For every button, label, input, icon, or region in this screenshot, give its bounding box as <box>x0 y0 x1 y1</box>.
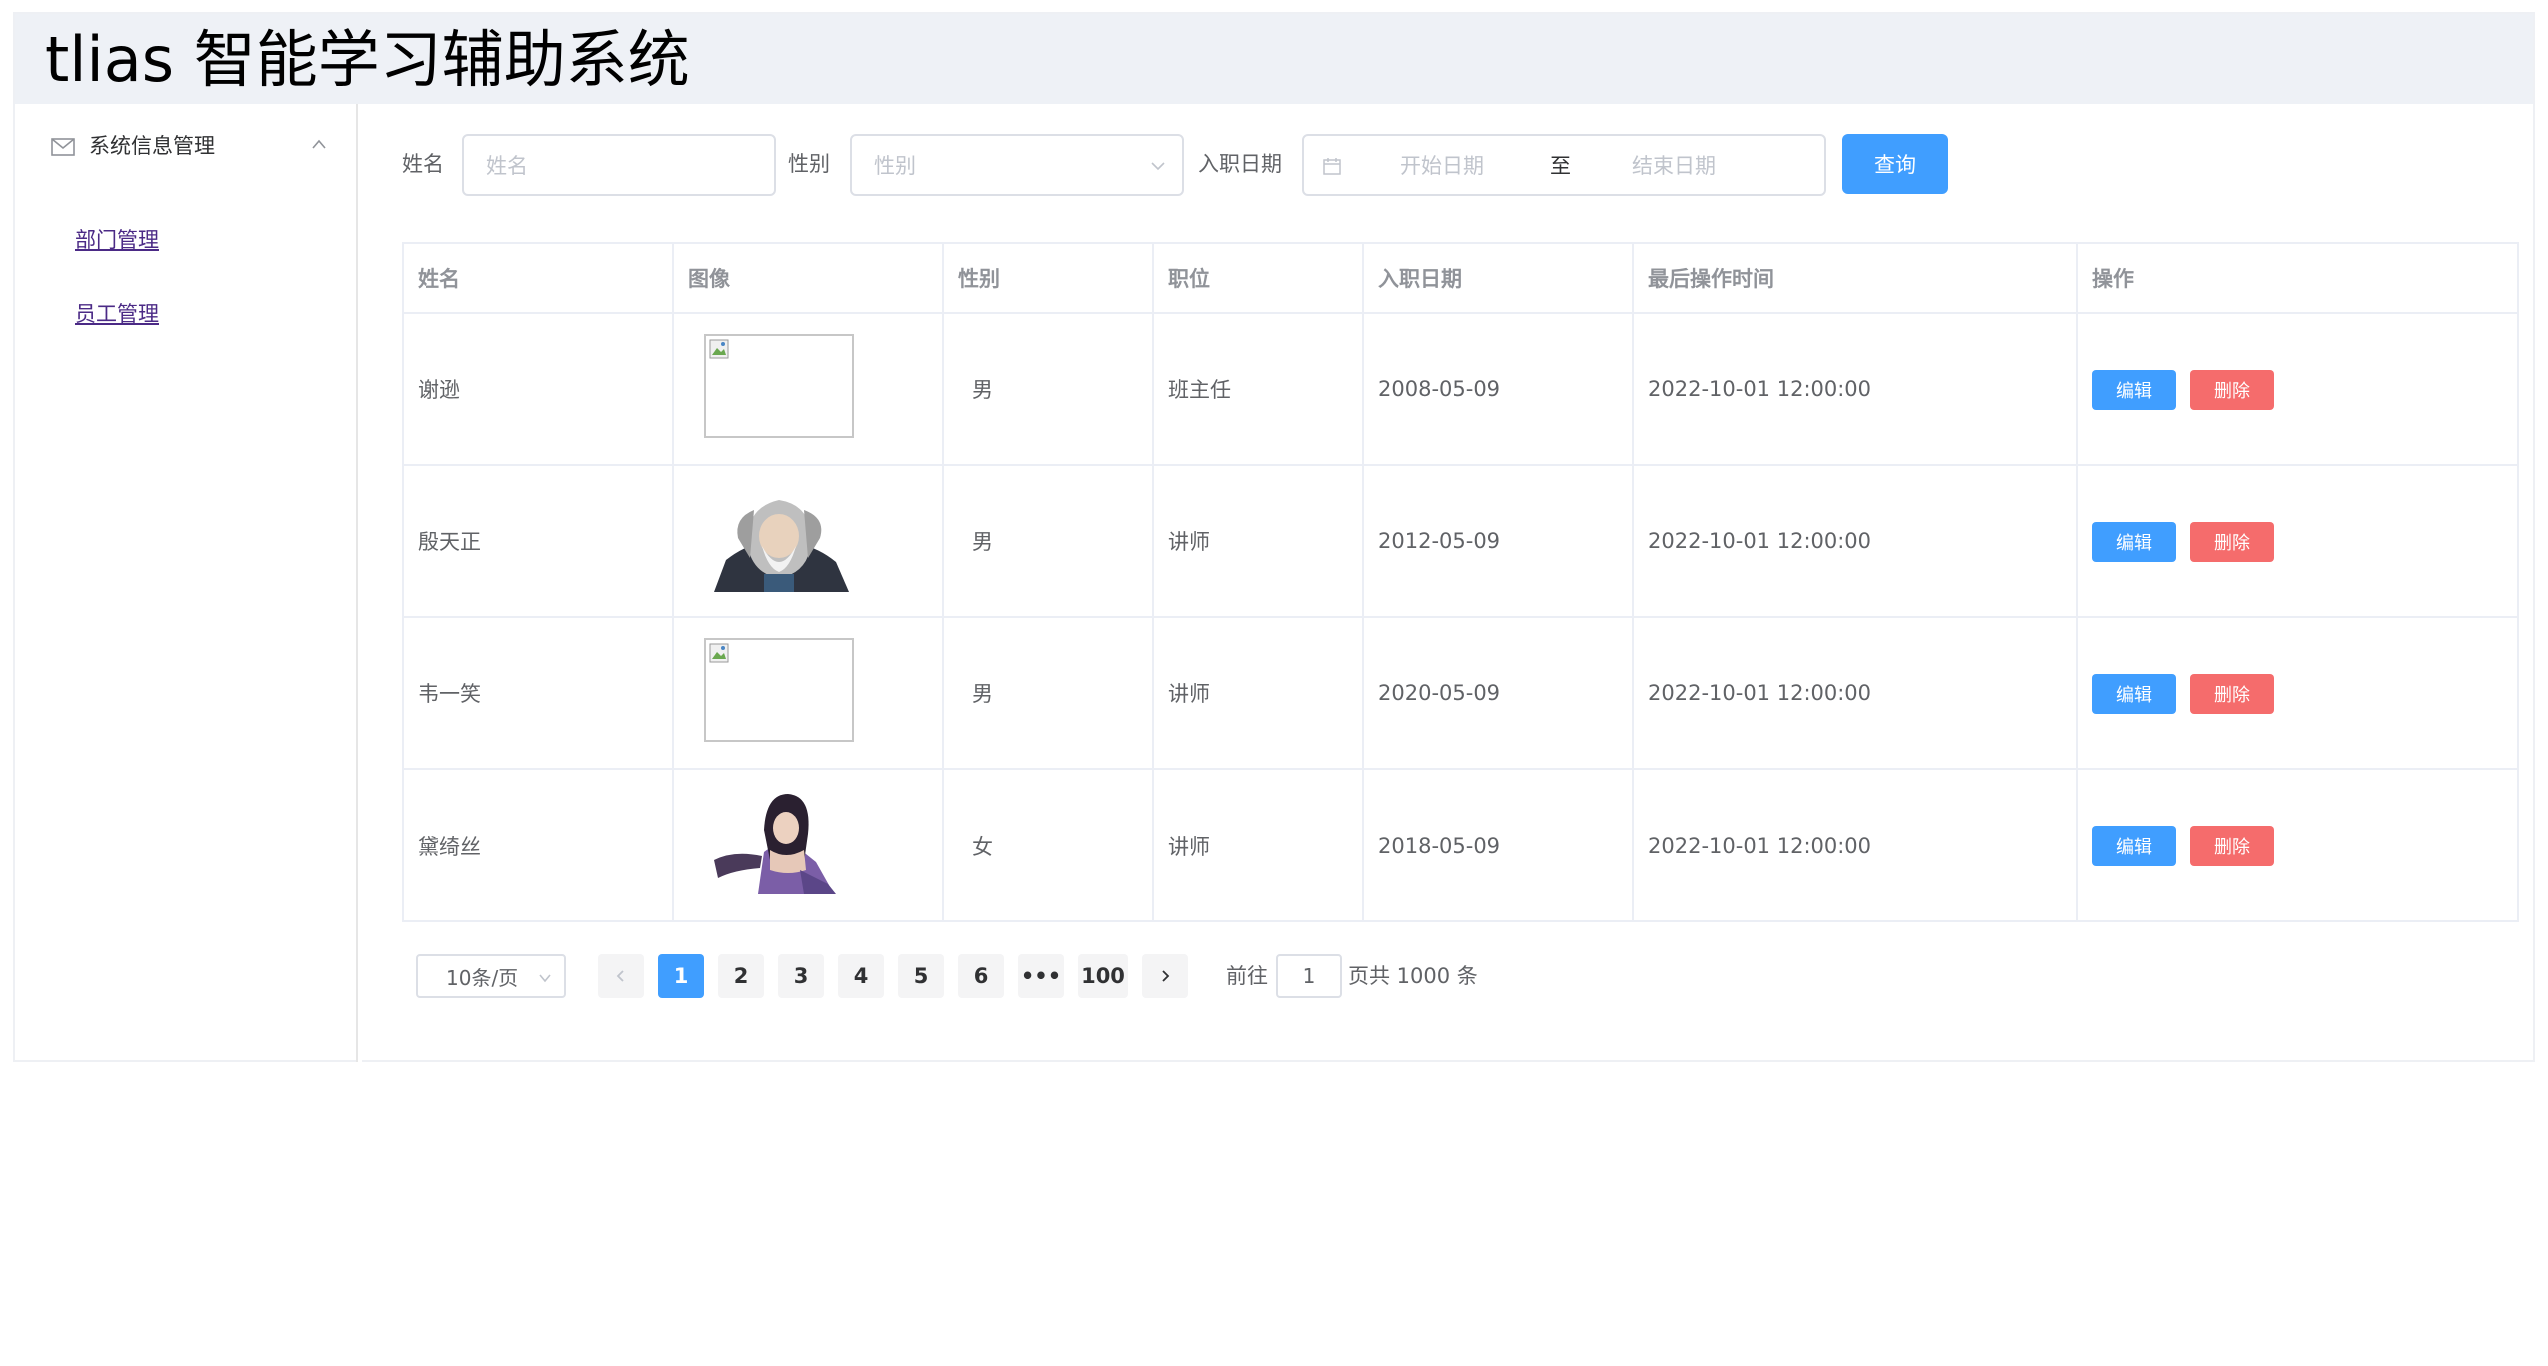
name-placeholder: 姓名 <box>486 154 528 178</box>
calendar-icon <box>1323 158 1341 175</box>
edit-button[interactable]: 编辑 <box>2092 674 2176 714</box>
goto-label: 前往 <box>1226 964 1268 988</box>
table-row-0-actions: 编辑 删除 <box>2078 314 2519 466</box>
header-entry-date: 入职日期 <box>1364 244 1634 314</box>
table-row-3-gender: 女 <box>944 770 1154 922</box>
table-row-3-image-cell <box>674 770 944 922</box>
header-position: 职位 <box>1154 244 1364 314</box>
date-separator: 至 <box>1550 154 1571 178</box>
date-label: 入职日期 <box>1198 152 1282 176</box>
chevron-down-icon <box>539 974 551 983</box>
table-row-3-position: 讲师 <box>1154 770 1364 922</box>
delete-button[interactable]: 删除 <box>2190 370 2274 410</box>
name-label: 姓名 <box>402 152 444 176</box>
table-row-1-update-time: 2022-10-01 12:00:00 <box>1634 466 2078 618</box>
avatar-woman-icon <box>714 794 836 894</box>
table-row-3-name: 黛绮丝 <box>404 770 674 922</box>
page-5[interactable]: 5 <box>898 954 944 998</box>
table-row-0-name: 谢逊 <box>404 314 674 466</box>
prev-page-button[interactable] <box>598 954 644 998</box>
table-row-0-gender: 男 <box>944 314 1154 466</box>
sidebar: 系统信息管理 部门管理 员工管理 <box>15 104 358 1062</box>
page-size-select[interactable]: 10条/页 <box>416 954 566 998</box>
edit-button[interactable]: 编辑 <box>2092 522 2176 562</box>
table-row-1-entry-date: 2012-05-09 <box>1364 466 1634 618</box>
chevron-left-icon <box>616 970 624 982</box>
page-size-value: 10条/页 <box>446 965 519 990</box>
table-row-1-actions: 编辑 删除 <box>2078 466 2519 618</box>
table-row-3-entry-date: 2018-05-09 <box>1364 770 1634 922</box>
avatar <box>704 488 854 592</box>
date-start-placeholder: 开始日期 <box>1400 154 1484 178</box>
menu-group-system-info[interactable]: 系统信息管理 <box>15 104 356 188</box>
chevron-right-icon <box>1162 970 1170 982</box>
table-row-2-name: 韦一笑 <box>404 618 674 770</box>
page-4[interactable]: 4 <box>838 954 884 998</box>
avatar <box>704 790 854 894</box>
employee-table: 姓名 图像 性别 职位 入职日期 最后操作时间 操作 谢逊 男 班主任 2008… <box>402 242 2519 922</box>
page-100[interactable]: 100 <box>1078 954 1128 998</box>
main-content: 姓名 姓名 性别 性别 入职日期 开始日期 至 结束日期 查询 姓名 图像 性别… <box>360 104 2535 1062</box>
more-pages-button[interactable]: ••• <box>1018 954 1064 998</box>
table-row-2-image-cell <box>674 618 944 770</box>
chevron-down-icon <box>1151 162 1165 171</box>
header-name: 姓名 <box>404 244 674 314</box>
broken-image-icon <box>709 643 729 663</box>
query-button[interactable]: 查询 <box>1842 134 1948 194</box>
delete-button[interactable]: 删除 <box>2190 674 2274 714</box>
menu-group-label: 系统信息管理 <box>89 134 215 158</box>
app-title: tlias 智能学习辅助系统 <box>45 23 690 96</box>
table-row-1-gender: 男 <box>944 466 1154 618</box>
table-row-0-image-cell <box>674 314 944 466</box>
table-row-1-image-cell <box>674 466 944 618</box>
page-3[interactable]: 3 <box>778 954 824 998</box>
table-row-2-update-time: 2022-10-01 12:00:00 <box>1634 618 2078 770</box>
gender-select[interactable]: 性别 <box>850 134 1184 196</box>
page-1[interactable]: 1 <box>658 954 704 998</box>
header-image: 图像 <box>674 244 944 314</box>
gender-placeholder: 性别 <box>874 154 916 178</box>
broken-image <box>704 638 854 742</box>
table-row-0-entry-date: 2008-05-09 <box>1364 314 1634 466</box>
table-row-2-actions: 编辑 删除 <box>2078 618 2519 770</box>
table-row-2-entry-date: 2020-05-09 <box>1364 618 1634 770</box>
table-row-1-name: 殷天正 <box>404 466 674 618</box>
chevron-up-icon <box>312 139 326 149</box>
broken-image <box>704 334 854 438</box>
table-row-3-actions: 编辑 删除 <box>2078 770 2519 922</box>
goto-page-input[interactable]: 1 <box>1276 954 1342 998</box>
avatar-old-man-icon <box>714 500 849 592</box>
date-range-picker[interactable]: 开始日期 至 结束日期 <box>1302 134 1826 196</box>
name-input[interactable]: 姓名 <box>462 134 776 196</box>
table-row-2-gender: 男 <box>944 618 1154 770</box>
delete-button[interactable]: 删除 <box>2190 826 2274 866</box>
mail-icon <box>51 138 75 156</box>
page-6[interactable]: 6 <box>958 954 1004 998</box>
edit-button[interactable]: 编辑 <box>2092 826 2176 866</box>
page-2[interactable]: 2 <box>718 954 764 998</box>
table-row-0-update-time: 2022-10-01 12:00:00 <box>1634 314 2078 466</box>
next-page-button[interactable] <box>1142 954 1188 998</box>
header: tlias 智能学习辅助系统 <box>15 14 2533 104</box>
pagination: 10条/页 1 2 3 4 5 6 ••• 100 前往 1 页共 1000 条 <box>416 954 1616 998</box>
header-gender: 性别 <box>944 244 1154 314</box>
delete-button[interactable]: 删除 <box>2190 522 2274 562</box>
gender-label: 性别 <box>788 152 830 176</box>
table-row-0-position: 班主任 <box>1154 314 1364 466</box>
table-row-3-update-time: 2022-10-01 12:00:00 <box>1634 770 2078 922</box>
total-text: 页共 1000 条 <box>1348 964 1478 988</box>
date-end-placeholder: 结束日期 <box>1632 154 1716 178</box>
sidebar-item-department[interactable]: 部门管理 <box>75 224 159 256</box>
table-row-1-position: 讲师 <box>1154 466 1364 618</box>
app-container: tlias 智能学习辅助系统 系统信息管理 部门管理 员工管理 姓名 姓名 性别… <box>13 12 2535 1062</box>
edit-button[interactable]: 编辑 <box>2092 370 2176 410</box>
sidebar-item-employee[interactable]: 员工管理 <box>75 298 159 330</box>
table-row-2-position: 讲师 <box>1154 618 1364 770</box>
broken-image-icon <box>709 339 729 359</box>
header-update-time: 最后操作时间 <box>1634 244 2078 314</box>
header-actions: 操作 <box>2078 244 2519 314</box>
